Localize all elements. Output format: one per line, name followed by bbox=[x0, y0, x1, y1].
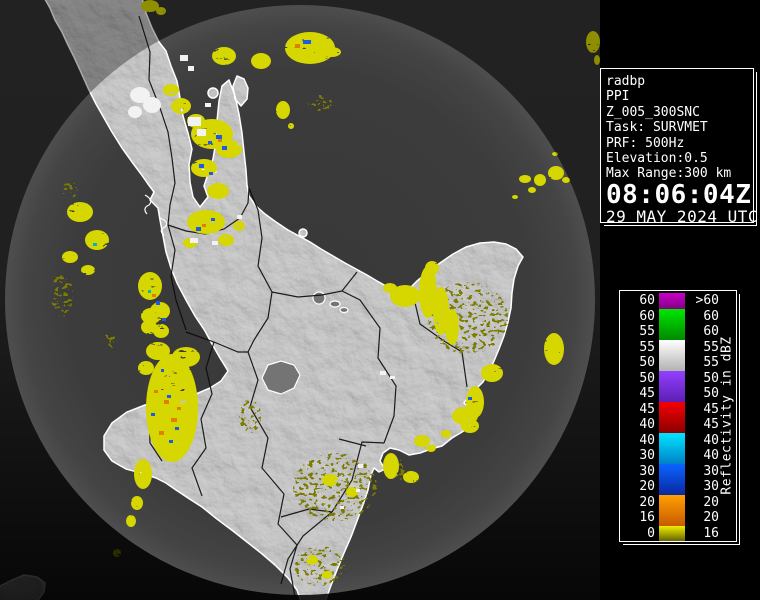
small-lake bbox=[340, 308, 348, 313]
legend-label: 30 bbox=[622, 464, 655, 480]
legend-label: 20 bbox=[686, 510, 719, 526]
elevation-value: Elevation:0.5 bbox=[606, 151, 753, 166]
legend-band-55-60 bbox=[659, 309, 685, 340]
legend-label: 55 bbox=[622, 324, 655, 340]
legend-band-16-20 bbox=[659, 495, 685, 526]
legend-label: 60 bbox=[686, 309, 719, 325]
scan-date: 29 MAY 2024 UTC bbox=[606, 208, 753, 225]
reflectivity-legend: 60 60 55 55 50 50 45 45 40 40 30 30 20 2… bbox=[619, 290, 737, 542]
legend-title-wrap: Reflectivity in dBZ bbox=[719, 291, 736, 539]
legend-band-50-55 bbox=[659, 340, 685, 371]
legend-label: 40 bbox=[686, 433, 719, 449]
legend-label: 50 bbox=[622, 371, 655, 387]
legend-label: 50 bbox=[622, 355, 655, 371]
legend-label: 55 bbox=[686, 355, 719, 371]
legend-label: 50 bbox=[686, 386, 719, 402]
legend-label: 45 bbox=[686, 417, 719, 433]
legend-label: 30 bbox=[686, 464, 719, 480]
lake-rotorua bbox=[313, 292, 325, 304]
task-name: Task: SURVMET bbox=[606, 120, 753, 135]
legend-left-labels: 60 60 55 55 50 50 45 45 40 40 30 30 20 2… bbox=[622, 293, 655, 541]
legend-label: 60 bbox=[622, 293, 655, 309]
scan-time: 08:06:04Z bbox=[606, 183, 753, 207]
lake-tarawera bbox=[330, 301, 340, 307]
prf-value: PRF: 500Hz bbox=[606, 136, 753, 151]
legend-label: 30 bbox=[622, 448, 655, 464]
legend-label: 45 bbox=[686, 402, 719, 418]
radar-app-window: radbp PPI Z_005_300SNC Task: SURVMET PRF… bbox=[0, 0, 760, 600]
legend-label: 60 bbox=[622, 309, 655, 325]
legend-label: 20 bbox=[622, 495, 655, 511]
legend-right-labels: >60 60 60 55 55 50 50 45 45 40 40 30 30 … bbox=[686, 293, 719, 541]
legend-label: 60 bbox=[686, 324, 719, 340]
legend-band-30-40 bbox=[659, 433, 685, 464]
legend-band-40-45 bbox=[659, 402, 685, 433]
legend-label: 55 bbox=[622, 340, 655, 356]
legend-label: 20 bbox=[622, 479, 655, 495]
legend-label: 0 bbox=[622, 526, 655, 542]
legend-band-45-50 bbox=[659, 371, 685, 402]
legend-label: 45 bbox=[622, 402, 655, 418]
legend-label: 40 bbox=[622, 417, 655, 433]
radar-info-panel: radbp PPI Z_005_300SNC Task: SURVMET PRF… bbox=[600, 68, 754, 223]
legend-band-20-30 bbox=[659, 464, 685, 495]
legend-label: 16 bbox=[686, 526, 719, 542]
product-name: radbp bbox=[606, 74, 753, 89]
legend-label: 40 bbox=[686, 448, 719, 464]
legend-band-0-16 bbox=[659, 526, 685, 542]
product-id: Z_005_300SNC bbox=[606, 105, 753, 120]
legend-band-gt60 bbox=[659, 293, 685, 309]
legend-label: 16 bbox=[622, 510, 655, 526]
scan-type: PPI bbox=[606, 89, 753, 104]
legend-label: 20 bbox=[686, 495, 719, 511]
radar-map bbox=[0, 0, 600, 600]
legend-label: 45 bbox=[622, 386, 655, 402]
legend-title: Reflectivity in dBZ bbox=[720, 336, 735, 494]
legend-label: 40 bbox=[622, 433, 655, 449]
legend-label: >60 bbox=[686, 293, 719, 309]
legend-label: 50 bbox=[686, 371, 719, 387]
legend-label: 55 bbox=[686, 340, 719, 356]
legend-label: 30 bbox=[686, 479, 719, 495]
legend-color-bar bbox=[659, 293, 685, 541]
